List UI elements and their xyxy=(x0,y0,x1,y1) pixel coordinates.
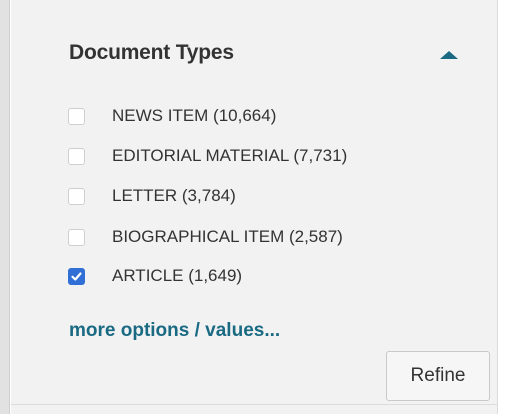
left-border xyxy=(0,0,10,414)
option-label: EDITORIAL MATERIAL (7,731) xyxy=(112,146,348,165)
checkbox[interactable] xyxy=(68,147,85,165)
option-news-item[interactable]: NEWS ITEM (10,664) xyxy=(68,103,276,129)
option-editorial-material[interactable]: EDITORIAL MATERIAL (7,731) xyxy=(68,143,347,169)
panel-bottom-border xyxy=(11,404,497,405)
option-letter[interactable]: LETTER (3,784) xyxy=(68,183,236,209)
section-title: Document Types xyxy=(69,41,234,64)
checkmark-icon xyxy=(71,271,82,281)
checkbox-checked[interactable] xyxy=(68,267,85,285)
caret-up-icon xyxy=(440,51,458,59)
more-options-link[interactable]: more options / values... xyxy=(69,320,280,342)
option-label: LETTER (3,784) xyxy=(112,186,236,205)
checkbox[interactable] xyxy=(68,187,85,205)
refine-button[interactable]: Refine xyxy=(386,351,490,401)
option-label: ARTICLE (1,649) xyxy=(112,266,243,285)
filter-frame: Document Types NEWS ITEM (10,664) EDITOR… xyxy=(0,0,509,414)
option-label: NEWS ITEM (10,664) xyxy=(112,106,277,125)
collapse-toggle[interactable] xyxy=(434,40,464,70)
option-biographical-item[interactable]: BIOGRAPHICAL ITEM (2,587) xyxy=(68,224,343,250)
option-label: BIOGRAPHICAL ITEM (2,587) xyxy=(112,227,343,246)
checkbox[interactable] xyxy=(68,107,85,125)
right-border xyxy=(497,0,509,414)
checkbox[interactable] xyxy=(68,228,85,246)
option-article[interactable]: ARTICLE (1,649) xyxy=(68,263,242,289)
